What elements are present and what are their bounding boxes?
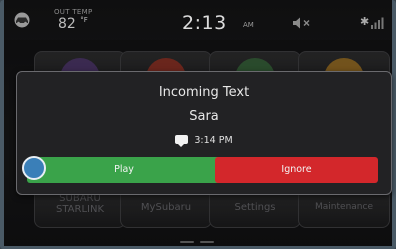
incoming-text-dialog: Incoming Text Sara 3:14 PM Play Ignore bbox=[16, 71, 392, 195]
clock: 2:13 bbox=[182, 12, 227, 34]
outside-temp-number: 82 bbox=[58, 16, 76, 32]
outside-temp-label: OUT TEMP bbox=[54, 8, 93, 16]
page-dot-1[interactable] bbox=[180, 241, 194, 243]
focus-indicator bbox=[22, 156, 46, 180]
status-bar: OUT TEMP 82 °F 2:13 AM ✱ bbox=[4, 6, 392, 36]
outside-temp-unit: °F bbox=[80, 16, 88, 24]
play-button-label: Play bbox=[114, 164, 134, 175]
mute-icon bbox=[293, 17, 310, 29]
signal-icon bbox=[371, 17, 384, 29]
ignore-button[interactable]: Ignore bbox=[215, 157, 378, 183]
bezel-right bbox=[392, 0, 396, 249]
clock-ampm: AM bbox=[243, 21, 254, 29]
outside-temp-value: 82 °F bbox=[58, 16, 88, 32]
page-indicator bbox=[180, 241, 220, 243]
play-button[interactable]: Play bbox=[27, 157, 221, 183]
message-time-row: 3:14 PM bbox=[17, 135, 391, 147]
dialog-title: Incoming Text bbox=[158, 85, 250, 100]
sender-name: Sara bbox=[189, 109, 219, 124]
message-icon bbox=[175, 135, 189, 147]
page-dot-2[interactable] bbox=[200, 241, 214, 243]
message-time: 3:14 PM bbox=[194, 135, 233, 146]
car-icon[interactable] bbox=[12, 12, 32, 28]
ignore-button-label: Ignore bbox=[281, 164, 312, 175]
bluetooth-icon: ✱ bbox=[360, 15, 370, 28]
infotainment-screen: OUT TEMP 82 °F 2:13 AM ✱ SUBARUSTARLINK bbox=[0, 0, 396, 249]
